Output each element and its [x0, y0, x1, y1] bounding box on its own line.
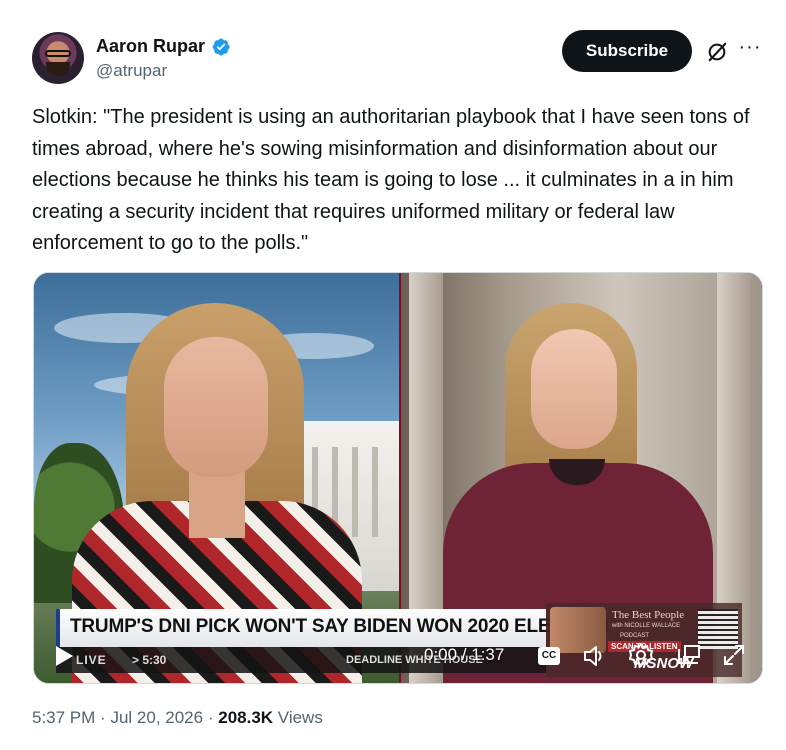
- video-player[interactable]: TRUMP'S DNI PICK WON'T SAY BIDEN WON 202…: [33, 272, 763, 684]
- chyron-headline: TRUMP'S DNI PICK WON'T SAY BIDEN WON 202…: [70, 616, 609, 637]
- meta-separator: ·: [100, 708, 106, 727]
- live-time: > 5:30: [132, 653, 167, 667]
- captions-icon[interactable]: CC: [538, 647, 560, 665]
- guest-face: [531, 329, 617, 449]
- tweet-text: Slotkin: "The president is using an auth…: [32, 106, 750, 254]
- post-date[interactable]: Jul 20, 2026: [110, 708, 203, 727]
- tweet-meta: 5:37 PM · Jul 20, 2026 · 208.3K Views: [32, 708, 323, 728]
- avatar[interactable]: [32, 32, 84, 84]
- host-neck: [189, 468, 245, 538]
- author-name[interactable]: Aaron Rupar: [96, 36, 205, 57]
- author-name-row: Aaron Rupar: [96, 36, 231, 57]
- promo-podcast: PODCAST: [620, 633, 650, 639]
- post-time[interactable]: 5:37 PM: [32, 708, 95, 727]
- tweet-header: Aaron Rupar @atrupar Subscribe ···: [32, 30, 762, 86]
- more-dots-icon[interactable]: ···: [738, 37, 762, 62]
- avatar-glasses: [45, 50, 71, 57]
- gear-icon[interactable]: [628, 642, 654, 668]
- volume-icon[interactable]: [581, 643, 607, 669]
- picture-in-picture-icon[interactable]: [676, 643, 702, 669]
- views-label: Views: [277, 708, 323, 727]
- subscribe-button[interactable]: Subscribe: [562, 30, 692, 72]
- verified-badge-icon: [212, 38, 230, 55]
- author-block: Aaron Rupar @atrupar: [96, 36, 231, 81]
- avatar-beard: [46, 62, 70, 76]
- play-icon[interactable]: [54, 645, 74, 667]
- host-face: [164, 337, 268, 477]
- fullscreen-icon[interactable]: [722, 643, 746, 667]
- news-chyron: TRUMP'S DNI PICK WON'T SAY BIDEN WON 202…: [56, 609, 609, 647]
- slashed-circle-icon[interactable]: [706, 41, 728, 63]
- views-count: 208.3K: [218, 708, 274, 727]
- live-indicator: LIVE: [76, 653, 107, 667]
- video-time: 0:00 / 1:37: [424, 645, 505, 664]
- author-handle[interactable]: @atrupar: [96, 61, 231, 81]
- promo-title: The Best People: [612, 609, 685, 621]
- meta-separator: ·: [207, 708, 214, 727]
- promo-subtitle: with NICOLLE WALLACE: [612, 623, 681, 629]
